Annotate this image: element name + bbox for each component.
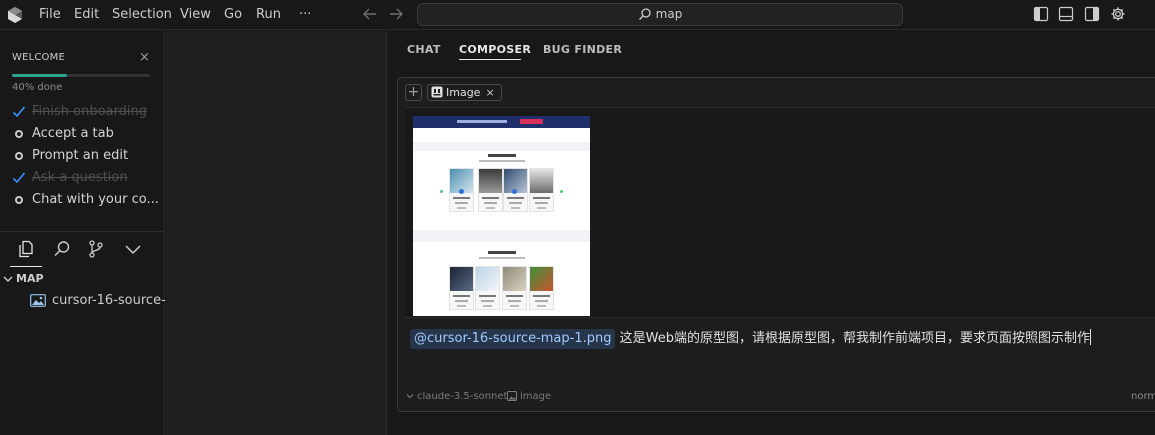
menu-go[interactable]: Go	[224, 6, 242, 24]
remove-chip-button[interactable]: ×	[485, 86, 494, 99]
mock-subtitle	[479, 160, 525, 162]
context-chip-label: Image	[446, 86, 481, 99]
explorer-file-item[interactable]: cursor-16-source-...	[30, 292, 166, 310]
onboarding-task[interactable]: Ask a question	[12, 169, 162, 187]
circle-icon	[15, 152, 23, 160]
search-icon	[638, 8, 651, 20]
attached-image-thumbnail[interactable]	[413, 116, 590, 316]
explorer-folder-label: MAP	[16, 272, 44, 285]
file-mention-tag[interactable]: @cursor-16-source-map-1.png	[410, 329, 616, 349]
mock-title	[488, 251, 516, 254]
mock-dot	[459, 189, 464, 194]
mock-card	[475, 266, 500, 310]
mock-card	[502, 266, 527, 310]
active-view-indicator	[10, 266, 42, 267]
command-center-content: map	[418, 4, 902, 25]
tab-bug-finder[interactable]: BUG FINDER	[543, 43, 622, 56]
explorer-file-label: cursor-16-source-...	[52, 293, 166, 308]
explorer-folder-map[interactable]: MAP	[2, 270, 44, 288]
mode-selector[interactable]: norm	[1131, 391, 1155, 402]
mock-band	[413, 142, 590, 151]
active-tab-indicator	[459, 59, 521, 60]
image-chip-icon	[431, 86, 443, 98]
mock-card	[478, 168, 503, 212]
check-icon	[12, 106, 26, 118]
toggle-primary-sidebar-icon[interactable]	[1033, 6, 1049, 22]
cursor-logo-icon[interactable]	[6, 6, 24, 24]
onboarding-task-label: Prompt an edit	[32, 148, 129, 163]
onboarding-task[interactable]: Finish onboarding	[12, 103, 162, 121]
explorer-files-icon[interactable]	[16, 239, 36, 259]
mock-title	[488, 154, 516, 157]
circle-icon	[15, 130, 23, 138]
onboarding-task[interactable]: Chat with your co...	[12, 191, 162, 209]
prompt-input[interactable]: @cursor-16-source-map-1.png 这是Web端的原型图，请…	[410, 329, 1155, 349]
chevron-down-icon	[406, 394, 414, 399]
onboarding-task[interactable]: Accept a tab	[12, 125, 162, 143]
menu-selection[interactable]: Selection	[112, 6, 172, 24]
attach-image-button[interactable]: image	[507, 391, 551, 402]
mock-subtitle	[479, 257, 525, 259]
command-center-text: map	[655, 7, 683, 21]
mock-card	[529, 266, 554, 310]
mock-card	[449, 266, 474, 310]
mock-dot	[512, 189, 517, 194]
menu-more[interactable]: ···	[299, 6, 311, 24]
menu-edit[interactable]: Edit	[74, 6, 99, 24]
mock-carousel-arrow	[440, 190, 443, 193]
toggle-secondary-sidebar-icon[interactable]	[1084, 6, 1100, 22]
image-file-icon	[30, 294, 46, 307]
forward-arrow-icon[interactable]	[387, 5, 405, 23]
mock-header	[413, 116, 590, 128]
image-preview-frame	[405, 107, 1155, 318]
chevron-down-icon	[3, 276, 13, 282]
panel-divider	[0, 231, 165, 232]
search-icon[interactable]	[52, 239, 72, 259]
onboarding-task[interactable]: Prompt an edit	[12, 147, 162, 165]
image-icon	[507, 391, 517, 401]
mock-band	[413, 230, 590, 242]
source-control-icon[interactable]	[86, 239, 106, 259]
settings-gear-icon[interactable]	[1110, 6, 1126, 22]
model-selector[interactable]: claude-3.5-sonnet	[406, 391, 507, 402]
composer-panel: CHAT COMPOSER BUG FINDER + Image × @curs…	[388, 31, 1155, 435]
onboarding-progress-fill	[12, 74, 68, 77]
left-sidebar: WELCOME × 40% done Finish onboarding Acc…	[0, 31, 166, 435]
tab-chat[interactable]: CHAT	[407, 43, 441, 56]
mock-card	[529, 168, 554, 212]
onboarding-progress-bar	[12, 74, 150, 77]
onboarding-task-label: Accept a tab	[32, 126, 114, 141]
back-arrow-icon[interactable]	[361, 5, 379, 23]
welcome-close-button[interactable]: ×	[139, 50, 150, 65]
editor-area[interactable]	[166, 31, 387, 435]
command-center[interactable]: map	[417, 3, 903, 26]
toggle-panel-icon[interactable]	[1058, 6, 1074, 22]
menu-file[interactable]: File	[39, 6, 61, 24]
menu-run[interactable]: Run	[256, 6, 281, 24]
menu-view[interactable]: View	[180, 6, 211, 24]
composer-input-box[interactable]: + Image × @cursor-16-source-map-1.png 这是…	[397, 77, 1155, 412]
text-caret	[1089, 329, 1091, 345]
model-name: claude-3.5-sonnet	[417, 391, 508, 402]
check-icon	[12, 172, 26, 184]
circle-icon	[15, 196, 23, 204]
prompt-text: 这是Web端的原型图，请根据原型图，帮我制作前端项目，要求页面按照图示制作	[615, 331, 1090, 346]
add-context-button[interactable]: +	[405, 84, 422, 101]
onboarding-task-label: Chat with your co...	[32, 192, 159, 207]
tab-composer[interactable]: COMPOSER	[459, 43, 531, 56]
onboarding-progress-label: 40% done	[12, 82, 63, 93]
context-chip-image[interactable]: Image ×	[427, 84, 502, 101]
chevron-down-icon[interactable]	[123, 239, 143, 259]
mock-carousel-arrow	[560, 190, 563, 193]
onboarding-task-label: Ask a question	[32, 170, 128, 185]
welcome-title: WELCOME	[12, 52, 65, 63]
title-bar: File Edit Selection View Go Run ··· map	[0, 0, 1155, 30]
onboarding-task-label: Finish onboarding	[32, 104, 147, 119]
attach-image-label: image	[520, 391, 552, 402]
